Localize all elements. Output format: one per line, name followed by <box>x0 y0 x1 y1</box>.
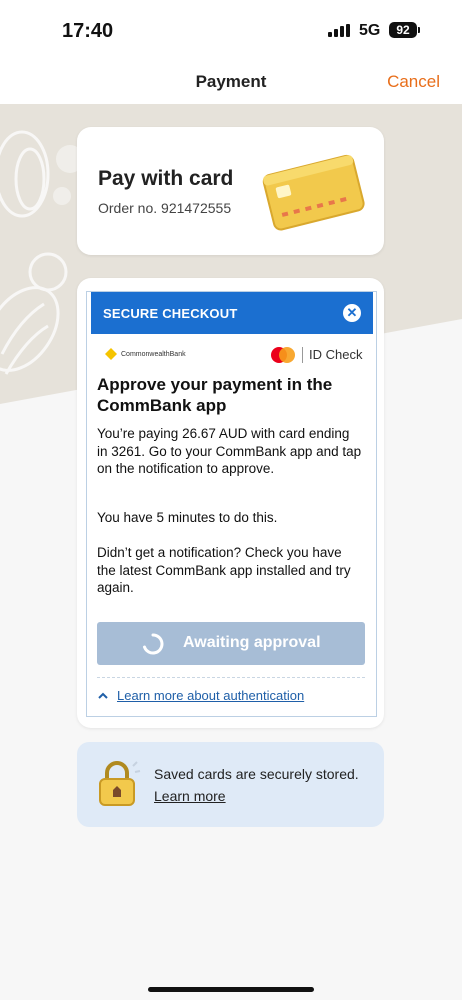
bank-name: CommonwealthBank <box>121 350 186 358</box>
status-bar: 17:40 5G 92 <box>0 0 462 62</box>
learn-more-auth-row[interactable]: Learn more about authentication <box>97 688 304 703</box>
commbank-logo: CommonwealthBank <box>105 348 186 360</box>
status-time: 17:40 <box>62 20 114 42</box>
saved-cards-text: Saved cards are securely stored. <box>154 766 359 782</box>
pay-with-card-panel: Pay with card Order no. 921472555 <box>77 127 384 255</box>
close-icon[interactable]: ✕ <box>343 304 361 322</box>
saved-cards-info: Saved cards are securely stored. Learn m… <box>77 742 384 827</box>
cancel-button[interactable]: Cancel <box>387 72 440 92</box>
nav-bar: Payment Cancel <box>0 62 462 104</box>
id-check-label: ID Check <box>309 347 363 362</box>
spinner-icon <box>143 633 164 655</box>
learn-more-auth-link[interactable]: Learn more about authentication <box>117 688 304 703</box>
network-type: 5G <box>359 22 381 39</box>
battery-tip <box>418 27 420 33</box>
mastercard-icon <box>271 347 295 363</box>
divider <box>97 677 365 678</box>
secure-checkout-header: SECURE CHECKOUT ✕ <box>91 292 373 334</box>
payment-details-text: You’re paying 26.67 AUD with card ending… <box>97 426 362 476</box>
signal-icon <box>328 24 350 37</box>
chevron-up-icon <box>98 692 108 699</box>
credit-card-icon <box>262 154 365 231</box>
secure-checkout-panel: SECURE CHECKOUT ✕ CommonwealthBank ID Ch… <box>77 278 384 728</box>
lock-icon <box>99 761 141 806</box>
learn-more-link[interactable]: Learn more <box>154 788 226 804</box>
home-indicator[interactable] <box>148 987 314 992</box>
battery-icon: 92 <box>389 22 417 38</box>
time-limit-text: You have 5 minutes to do this. <box>97 510 278 525</box>
pay-with-card-title: Pay with card <box>98 167 234 190</box>
order-number: Order no. 921472555 <box>98 200 232 216</box>
divider <box>302 347 303 363</box>
no-notification-text: Didn’t get a notification? Check you hav… <box>97 545 351 595</box>
commbank-diamond-icon <box>105 348 117 360</box>
checkout-frame: SECURE CHECKOUT ✕ CommonwealthBank ID Ch… <box>86 291 377 717</box>
awaiting-approval-label: Awaiting approval <box>183 634 321 651</box>
awaiting-approval-button[interactable]: Awaiting approval <box>97 622 365 665</box>
approve-title: Approve your payment in the CommBank app <box>97 375 333 415</box>
secure-checkout-title: SECURE CHECKOUT <box>103 306 238 321</box>
